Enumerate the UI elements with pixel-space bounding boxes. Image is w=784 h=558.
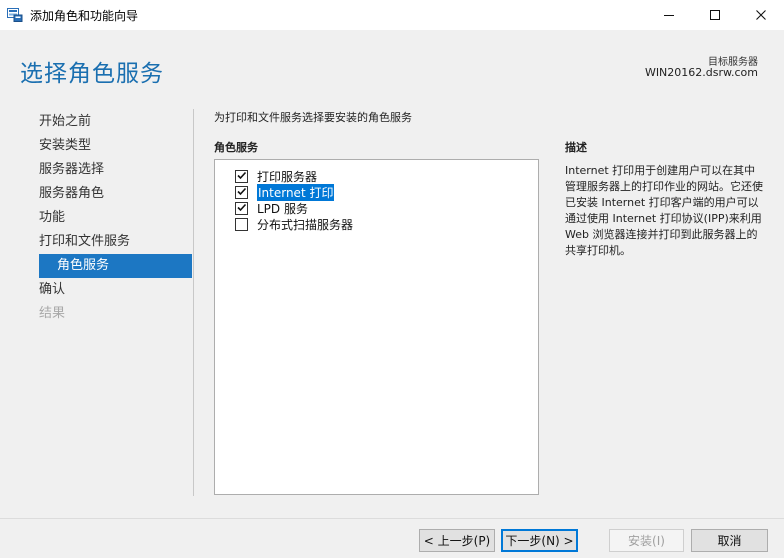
- previous-button[interactable]: < 上一步(P): [419, 529, 495, 552]
- nav-step-server-roles[interactable]: 服务器角色: [39, 182, 104, 206]
- description-text: Internet 打印用于创建用户可以在其中管理服务器上的打印作业的网站。它还使…: [565, 164, 763, 257]
- checkbox-checked-icon[interactable]: [235, 185, 248, 199]
- next-button[interactable]: 下一步(N) >: [501, 529, 578, 552]
- minimize-button[interactable]: [646, 0, 692, 30]
- nav-step-results: 结果: [39, 306, 66, 321]
- role-item-internet-printing[interactable]: Internet 打印: [235, 183, 335, 201]
- nav-step-features[interactable]: 功能: [39, 206, 65, 230]
- role-item-distributed-scan-server[interactable]: 分布式扫描服务器: [235, 216, 353, 232]
- install-button: 安装(I): [609, 529, 684, 552]
- role-item-lpd-service[interactable]: LPD 服务: [235, 200, 308, 216]
- role-item-label: 分布式扫描服务器: [257, 217, 354, 232]
- window-title: 添加角色和功能向导: [30, 9, 139, 23]
- role-item-label: Internet 打印: [257, 183, 335, 201]
- nav-step-role-services[interactable]: 角色服务: [39, 254, 192, 278]
- close-button[interactable]: [738, 0, 784, 30]
- nav-step-print-and-document-services[interactable]: 打印和文件服务: [39, 230, 130, 254]
- role-item-label: LPD 服务: [257, 201, 308, 216]
- minimize-icon: [663, 6, 675, 25]
- nav-step-confirmation[interactable]: 确认: [39, 278, 65, 302]
- destination-server-name: WIN20162.dsrw.com: [644, 66, 758, 79]
- instruction-text: 为打印和文件服务选择要安装的角色服务: [214, 111, 412, 124]
- cancel-button[interactable]: 取消: [691, 529, 768, 552]
- checkbox-checked-icon[interactable]: [235, 169, 248, 183]
- wizard-content: 开始之前 安装类型 服务器选择 服务器角色 功能 打印和文件服务 角色服务 确认…: [0, 100, 784, 518]
- checkbox-checked-icon[interactable]: [235, 201, 248, 215]
- role-item-label: 打印服务器: [257, 169, 318, 184]
- role-item-print-server[interactable]: 打印服务器: [235, 168, 317, 184]
- nav-step-server-selection[interactable]: 服务器选择: [39, 158, 104, 182]
- wizard-footer: < 上一步(P) 下一步(N) > 安装(I) 取消: [0, 518, 784, 558]
- nav-divider: [193, 109, 194, 496]
- page-title: 选择角色服务: [20, 61, 164, 87]
- nav-step-before-you-begin[interactable]: 开始之前: [39, 110, 91, 134]
- description-heading: 描述: [565, 141, 587, 154]
- role-services-heading: 角色服务: [214, 141, 258, 154]
- maximize-button[interactable]: [692, 0, 738, 30]
- server-manager-icon: [7, 7, 23, 22]
- title-bar: 添加角色和功能向导: [0, 0, 784, 30]
- checkbox-unchecked-icon[interactable]: [235, 217, 248, 231]
- role-services-list[interactable]: 打印服务器 Internet 打印 LPD 服务 分布式扫描服务器: [214, 159, 539, 495]
- wizard-header: 选择角色服务 目标服务器 WIN20162.dsrw.com: [0, 30, 784, 100]
- maximize-icon: [709, 6, 721, 25]
- nav-step-installation-type[interactable]: 安装类型: [39, 134, 91, 158]
- close-icon: [755, 6, 767, 25]
